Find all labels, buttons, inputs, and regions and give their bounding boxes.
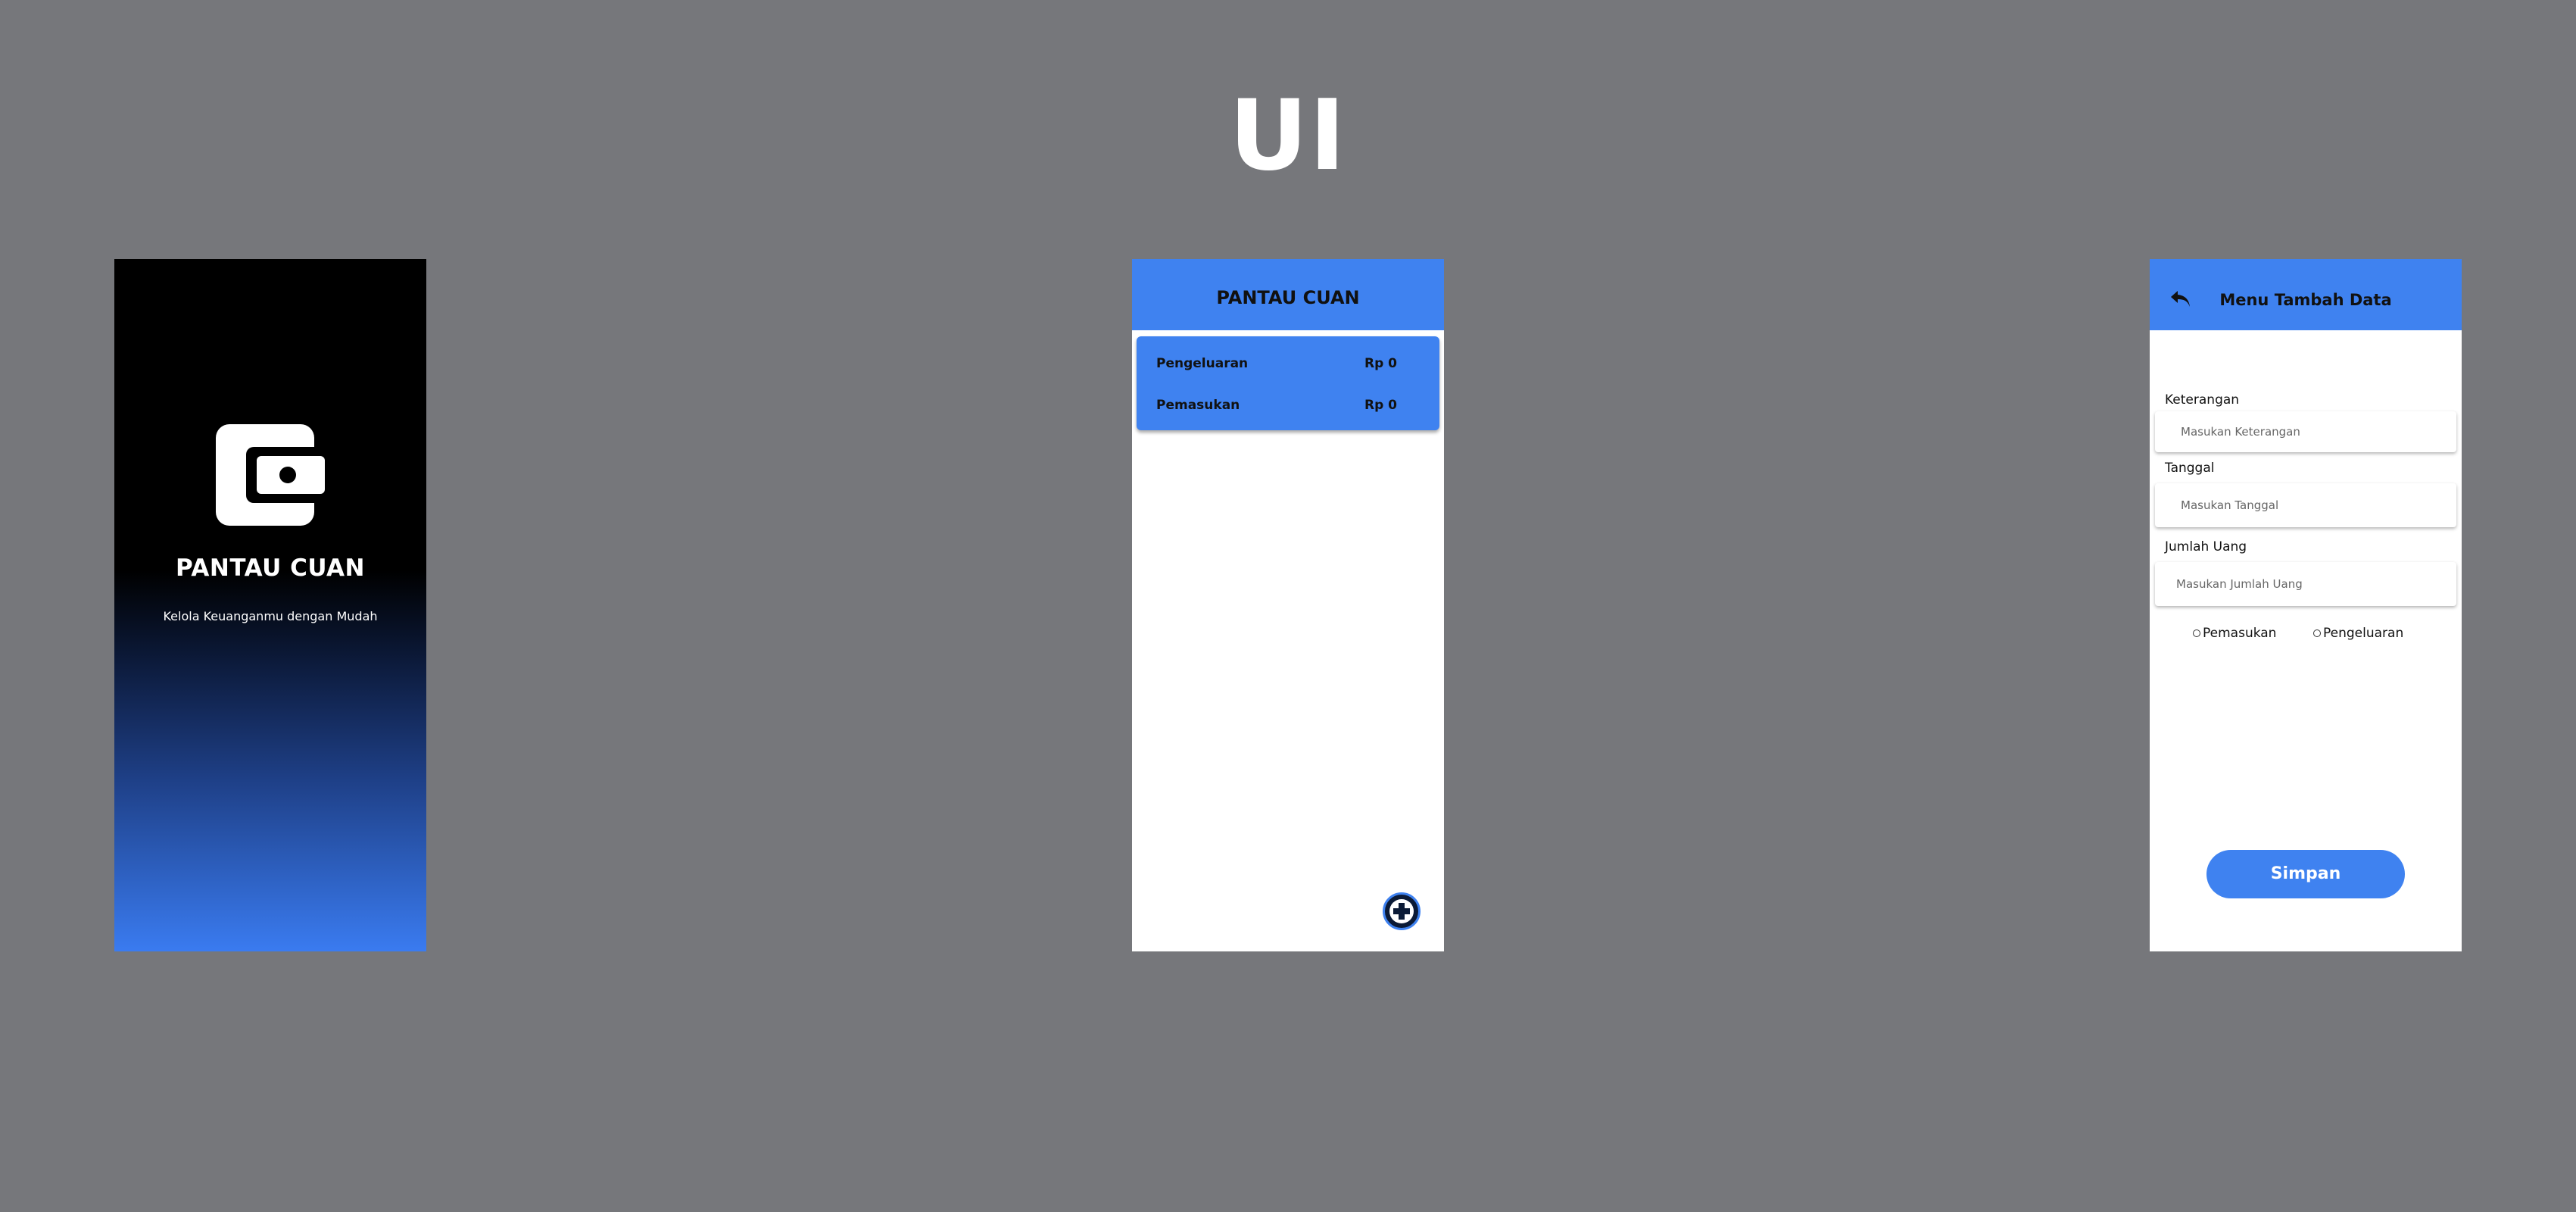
add-title: Menu Tambah Data	[2219, 291, 2392, 309]
page-title: UI	[1229, 80, 1347, 192]
summary-label: Pengeluaran	[1156, 356, 1249, 371]
radio-pengeluaran[interactable]: Pengeluaran	[2313, 626, 2403, 641]
radio-label: Pemasukan	[2203, 626, 2277, 641]
tanggal-input[interactable]	[2155, 483, 2456, 527]
splash-tagline: Kelola Keuanganmu dengan Mudah	[163, 609, 378, 623]
plus-circle-icon	[1389, 899, 1414, 923]
field-label-jumlah-uang: Jumlah Uang	[2165, 539, 2247, 554]
keterangan-input[interactable]	[2155, 411, 2456, 452]
splash-screen: PANTAU CUAN Kelola Keuanganmu dengan Mud…	[114, 259, 426, 951]
summary-row-expense: Pengeluaran Rp 0	[1156, 356, 1397, 371]
summary-label: Pemasukan	[1156, 398, 1240, 413]
summary-value: Rp 0	[1364, 398, 1397, 413]
home-title: PANTAU CUAN	[1216, 287, 1360, 308]
home-screen: PANTAU CUAN Pengeluaran Rp 0 Pemasukan R…	[1132, 259, 1444, 951]
add-data-button[interactable]	[1383, 892, 1421, 930]
wallet-icon	[216, 424, 325, 526]
radio-circle-icon	[2313, 629, 2321, 637]
splash-app-name: PANTAU CUAN	[176, 554, 365, 582]
radio-pemasukan[interactable]: Pemasukan	[2193, 626, 2276, 641]
radio-circle-icon	[2193, 629, 2200, 637]
add-app-bar: Menu Tambah Data	[2150, 259, 2462, 330]
summary-card: Pengeluaran Rp 0 Pemasukan Rp 0	[1137, 336, 1439, 430]
save-button[interactable]: Simpan	[2206, 850, 2405, 898]
jumlah-uang-input[interactable]	[2155, 562, 2456, 606]
home-app-bar: PANTAU CUAN	[1132, 259, 1444, 330]
add-data-screen: Menu Tambah Data Keterangan Tanggal Juml…	[2150, 259, 2462, 951]
field-label-tanggal: Tanggal	[2165, 461, 2215, 476]
radio-label: Pengeluaran	[2323, 626, 2404, 641]
field-label-keterangan: Keterangan	[2165, 392, 2240, 408]
summary-value: Rp 0	[1364, 356, 1397, 371]
summary-row-income: Pemasukan Rp 0	[1156, 398, 1397, 413]
